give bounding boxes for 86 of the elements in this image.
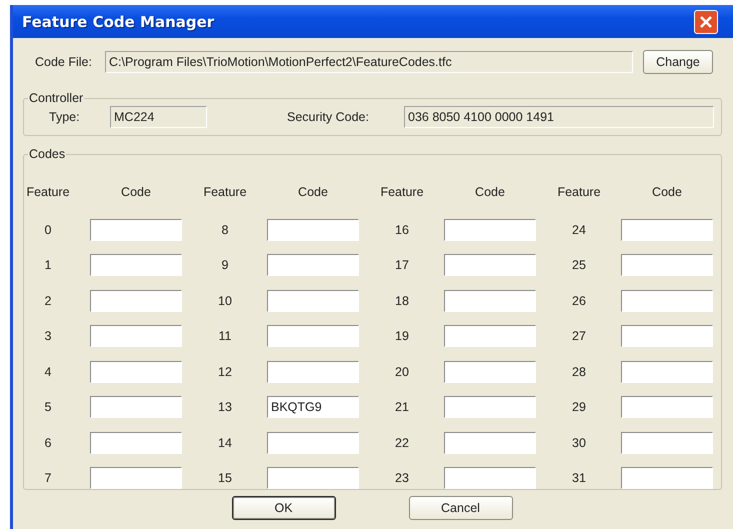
feature-number: 26 — [571, 294, 587, 308]
feature-number: 31 — [571, 471, 587, 485]
code-file-label: Code File: — [35, 55, 93, 69]
code-field[interactable] — [621, 432, 713, 454]
feature-number: 15 — [217, 471, 233, 485]
feature-number: 20 — [394, 364, 410, 378]
type-field: MC224 — [110, 106, 207, 128]
feature-number: 17 — [394, 258, 410, 272]
code-field[interactable] — [444, 432, 536, 454]
code-field[interactable] — [90, 325, 182, 347]
code-field[interactable] — [90, 360, 182, 382]
feature-number: 12 — [217, 364, 233, 378]
feature-number: 18 — [394, 294, 410, 308]
feature-number: 22 — [394, 436, 410, 450]
feature-number: 10 — [217, 294, 233, 308]
security-code-label: Security Code: — [287, 110, 370, 124]
feature-number: 27 — [571, 329, 587, 343]
code-field[interactable] — [90, 290, 182, 312]
code-field[interactable] — [267, 360, 359, 382]
feature-number: 2 — [44, 294, 52, 308]
code-field[interactable] — [90, 218, 182, 240]
code-field[interactable] — [267, 290, 359, 312]
code-field[interactable] — [267, 325, 359, 347]
security-code-field: 036 8050 4100 0000 1491 — [404, 106, 714, 128]
column-heading: Code — [120, 185, 152, 199]
code-file-field[interactable]: C:\Program Files\TrioMotion\MotionPerfect2\FeatureCodes.tfc — [105, 51, 633, 73]
close-icon — [698, 14, 714, 30]
code-field[interactable] — [621, 290, 713, 312]
type-label: Type: — [49, 110, 81, 124]
feature-number: 5 — [44, 400, 52, 414]
feature-number: 3 — [44, 329, 52, 343]
code-field[interactable] — [621, 360, 713, 382]
code-field[interactable] — [267, 218, 359, 240]
column-heading: Feature — [556, 185, 602, 199]
column-heading: Code — [297, 185, 329, 199]
code-field[interactable] — [90, 396, 182, 418]
feature-number: 29 — [571, 400, 587, 414]
code-field[interactable] — [621, 467, 713, 489]
code-field[interactable] — [444, 360, 536, 382]
column-heading: Code — [651, 185, 683, 199]
code-field[interactable] — [90, 254, 182, 276]
feature-number: 21 — [394, 400, 410, 414]
feature-number: 19 — [394, 329, 410, 343]
feature-number: 30 — [571, 436, 587, 450]
code-field[interactable] — [267, 432, 359, 454]
cancel-button[interactable]: Cancel — [408, 496, 512, 520]
feature-number: 7 — [44, 471, 52, 485]
column-heading: Feature — [202, 185, 248, 199]
feature-number: 1 — [44, 258, 52, 272]
feature-number: 23 — [394, 471, 410, 485]
code-field[interactable] — [444, 467, 536, 489]
feature-number: 8 — [220, 222, 230, 236]
column-heading: Feature — [379, 185, 425, 199]
feature-number: 24 — [571, 222, 587, 236]
feature-number: 0 — [44, 222, 52, 236]
code-field[interactable] — [90, 432, 182, 454]
feature-number: 13 — [217, 400, 233, 414]
feature-number: 11 — [218, 329, 232, 343]
code-field[interactable] — [621, 218, 713, 240]
group-legend: Codes — [28, 147, 66, 161]
code-field[interactable] — [267, 467, 359, 489]
close-button[interactable] — [694, 10, 718, 34]
feature-number: 14 — [217, 436, 233, 450]
feature-number: 9 — [220, 258, 230, 272]
code-field[interactable] — [621, 254, 713, 276]
change-button[interactable]: Change — [643, 50, 713, 74]
code-field[interactable] — [267, 254, 359, 276]
ok-button[interactable]: OK — [232, 496, 336, 520]
window-title: Feature Code Manager — [22, 12, 214, 30]
code-field[interactable] — [444, 290, 536, 312]
feature-number: 25 — [571, 258, 587, 272]
code-field[interactable] — [444, 396, 536, 418]
feature-number: 16 — [394, 222, 410, 236]
feature-number: 6 — [44, 436, 52, 450]
code-field[interactable] — [444, 325, 536, 347]
feature-number: 4 — [44, 364, 52, 378]
code-field[interactable] — [444, 254, 536, 276]
code-field[interactable]: BKQTG9 — [267, 396, 359, 418]
feature-number: 28 — [571, 364, 587, 378]
group-legend: Controller — [28, 91, 84, 105]
code-field[interactable] — [621, 396, 713, 418]
column-heading: Code — [474, 185, 506, 199]
column-heading: Feature — [25, 185, 71, 199]
code-field[interactable] — [90, 467, 182, 489]
code-field[interactable] — [444, 218, 536, 240]
code-field[interactable] — [621, 325, 713, 347]
